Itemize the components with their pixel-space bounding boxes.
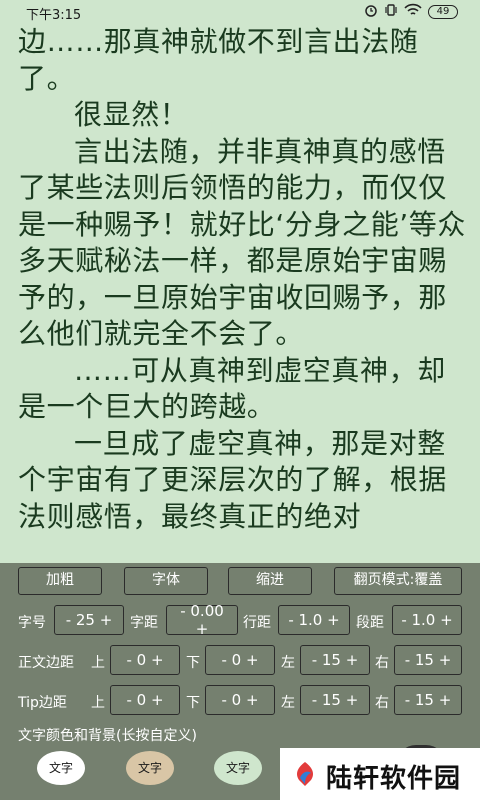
font-size-stepper[interactable]: - 25 + (54, 605, 124, 635)
tip-margin-top-label: 上 (91, 695, 105, 711)
paragraph: 边……那真神就做不到言出法随了。 (18, 25, 419, 95)
body-margin-top-label: 上 (91, 655, 105, 671)
font-size-label: 字号 (18, 615, 46, 631)
reader-content[interactable]: 边……那真神就做不到言出法随了。 很显然！ 言出法随，并非真神真的感悟了某些法则… (18, 24, 466, 535)
body-margin-left-label: 左 (281, 655, 295, 671)
alarm-icon (364, 3, 378, 21)
font-button[interactable]: 字体 (124, 567, 208, 595)
paragraph: ……可从真神到虚空真神，却是一个巨大的跨越。 (18, 353, 446, 424)
tip-margin-right-stepper[interactable]: - 15 + (394, 685, 462, 715)
body-margin-right-stepper[interactable]: - 15 + (394, 645, 462, 675)
body-margin-bottom-stepper[interactable]: - 0 + (205, 645, 275, 675)
theme-swatch-tan[interactable]: 文字 (126, 751, 174, 785)
tip-margin-bottom-label: 下 (186, 695, 200, 711)
line-spacing-label: 行距 (243, 615, 271, 631)
wifi-icon (404, 3, 422, 21)
watermark-logo-icon (292, 760, 318, 788)
body-margin-top-stepper[interactable]: - 0 + (110, 645, 180, 675)
char-spacing-stepper[interactable]: - 0.00 + (166, 602, 238, 638)
body-margin-label: 正文边距 (18, 655, 74, 671)
body-margin-bottom-label: 下 (186, 655, 200, 671)
tip-margin-label: Tip边距 (18, 695, 67, 711)
page-mode-button[interactable]: 翻页模式:覆盖 (334, 567, 462, 595)
paragraph: 言出法随，并非真神真的感悟了某些法则后领悟的能力，而仅仅是一种赐予！就好比‘分身… (18, 134, 467, 351)
tip-margin-right-label: 右 (375, 695, 389, 711)
vibrate-icon (384, 3, 398, 21)
tip-margin-top-stepper[interactable]: - 0 + (110, 685, 180, 715)
theme-swatch-white[interactable]: 文字 (37, 751, 85, 785)
paragraph: 一旦成了虚空真神，那是对整个宇宙有了更深层次的了解，根据法则感悟，最终真正的绝对 (18, 426, 448, 533)
line-spacing-stepper[interactable]: - 1.0 + (278, 605, 350, 635)
body-margin-left-stepper[interactable]: - 15 + (300, 645, 370, 675)
tip-margin-bottom-stepper[interactable]: - 0 + (205, 685, 275, 715)
theme-swatch-green[interactable]: 文字 (214, 751, 262, 785)
status-bar: 下午3:15 49 (0, 0, 480, 24)
char-spacing-label: 字距 (130, 615, 158, 631)
tip-margin-left-label: 左 (281, 695, 295, 711)
bold-button[interactable]: 加粗 (18, 567, 102, 595)
para-spacing-stepper[interactable]: - 1.0 + (392, 605, 462, 635)
para-spacing-label: 段距 (356, 615, 384, 631)
watermark: 陆轩软件园 (280, 748, 480, 800)
body-margin-right-label: 右 (375, 655, 389, 671)
clock: 下午3:15 (26, 8, 82, 23)
battery-indicator: 49 (428, 5, 458, 19)
paragraph: 很显然！ (74, 98, 189, 131)
color-theme-title: 文字颜色和背景(长按自定义) (18, 728, 197, 744)
indent-button[interactable]: 缩进 (228, 567, 312, 595)
tip-margin-left-stepper[interactable]: - 15 + (300, 685, 370, 715)
watermark-text: 陆轩软件园 (326, 764, 462, 794)
status-icons: 49 (364, 3, 458, 21)
